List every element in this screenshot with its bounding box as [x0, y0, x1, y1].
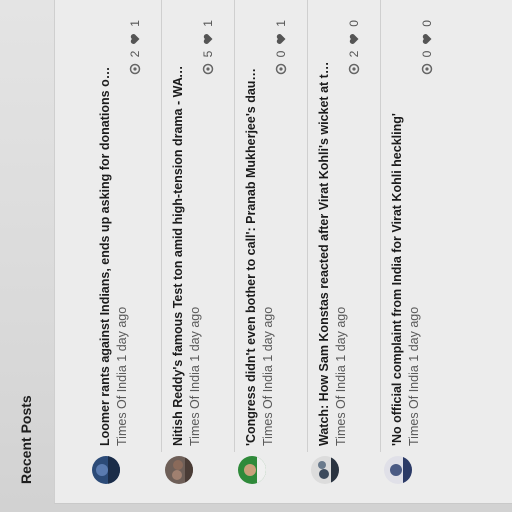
avatar-image-icon	[165, 456, 193, 484]
heart-icon[interactable]	[129, 33, 141, 45]
post-title[interactable]: 'Congress didn't even bother to call': P…	[244, 61, 258, 446]
post-stats: 0 1	[274, 20, 288, 75]
post-meta: Times Of India 1 day ago	[261, 306, 275, 446]
post-title[interactable]: Nitish Reddy's famous Test ton amid high…	[171, 61, 185, 446]
post-avatar[interactable]	[92, 456, 120, 484]
view-count: 2	[347, 50, 361, 58]
post-avatar[interactable]	[238, 456, 266, 484]
divider	[380, 0, 381, 452]
post-avatar[interactable]	[384, 456, 412, 484]
eye-icon	[129, 64, 141, 75]
avatar-image-icon	[384, 456, 412, 484]
divider	[307, 0, 308, 452]
post-meta: Times Of India 1 day ago	[188, 306, 202, 446]
post-item[interactable]: 'No official complaint from India for Vi…	[384, 0, 454, 512]
post-item[interactable]: Loomer rants against Indians, ends up as…	[92, 0, 162, 512]
like-count: 0	[420, 20, 434, 27]
divider	[234, 0, 235, 452]
post-meta: Times Of India 1 day ago	[334, 306, 348, 446]
like-count: 1	[274, 20, 288, 27]
eye-icon	[275, 64, 287, 75]
like-count: 0	[347, 20, 361, 27]
heart-icon[interactable]	[421, 33, 433, 45]
heart-icon[interactable]	[348, 33, 360, 45]
view-count: 5	[201, 50, 215, 58]
view-count: 0	[420, 50, 434, 58]
post-stats: 5 1	[201, 20, 215, 75]
post-item[interactable]: Nitish Reddy's famous Test ton amid high…	[165, 0, 235, 512]
post-title[interactable]: 'No official complaint from India for Vi…	[390, 61, 404, 446]
section-title: Recent Posts	[18, 395, 34, 484]
post-avatar[interactable]	[311, 456, 339, 484]
eye-icon	[348, 64, 360, 75]
post-item[interactable]: Watch: How Sam Konstas reacted after Vir…	[311, 0, 381, 512]
view-count: 2	[128, 50, 142, 58]
like-count: 1	[201, 20, 215, 27]
post-title[interactable]: Loomer rants against Indians, ends up as…	[98, 61, 112, 446]
screen: Recent Posts Loomer rants against Indian…	[0, 0, 512, 512]
post-avatar[interactable]	[165, 456, 193, 484]
divider	[161, 0, 162, 452]
post-title[interactable]: Watch: How Sam Konstas reacted after Vir…	[317, 61, 331, 446]
post-stats: 0 0	[420, 20, 434, 75]
avatar-image-icon	[92, 456, 120, 484]
like-count: 1	[128, 20, 142, 27]
heart-icon[interactable]	[202, 33, 214, 45]
post-item[interactable]: 'Congress didn't even bother to call': P…	[238, 0, 308, 512]
post-stats: 2 1	[128, 20, 142, 75]
heart-icon[interactable]	[275, 33, 287, 45]
post-meta: Times Of India 1 day ago	[407, 306, 421, 446]
post-stats: 2 0	[347, 20, 361, 75]
eye-icon	[421, 64, 433, 75]
post-meta: Times Of India 1 day ago	[115, 306, 129, 446]
avatar-image-icon	[238, 456, 266, 484]
recent-posts-panel: Recent Posts Loomer rants against Indian…	[0, 0, 512, 512]
avatar-image-icon	[311, 456, 339, 484]
view-count: 0	[274, 50, 288, 58]
eye-icon	[202, 64, 214, 75]
